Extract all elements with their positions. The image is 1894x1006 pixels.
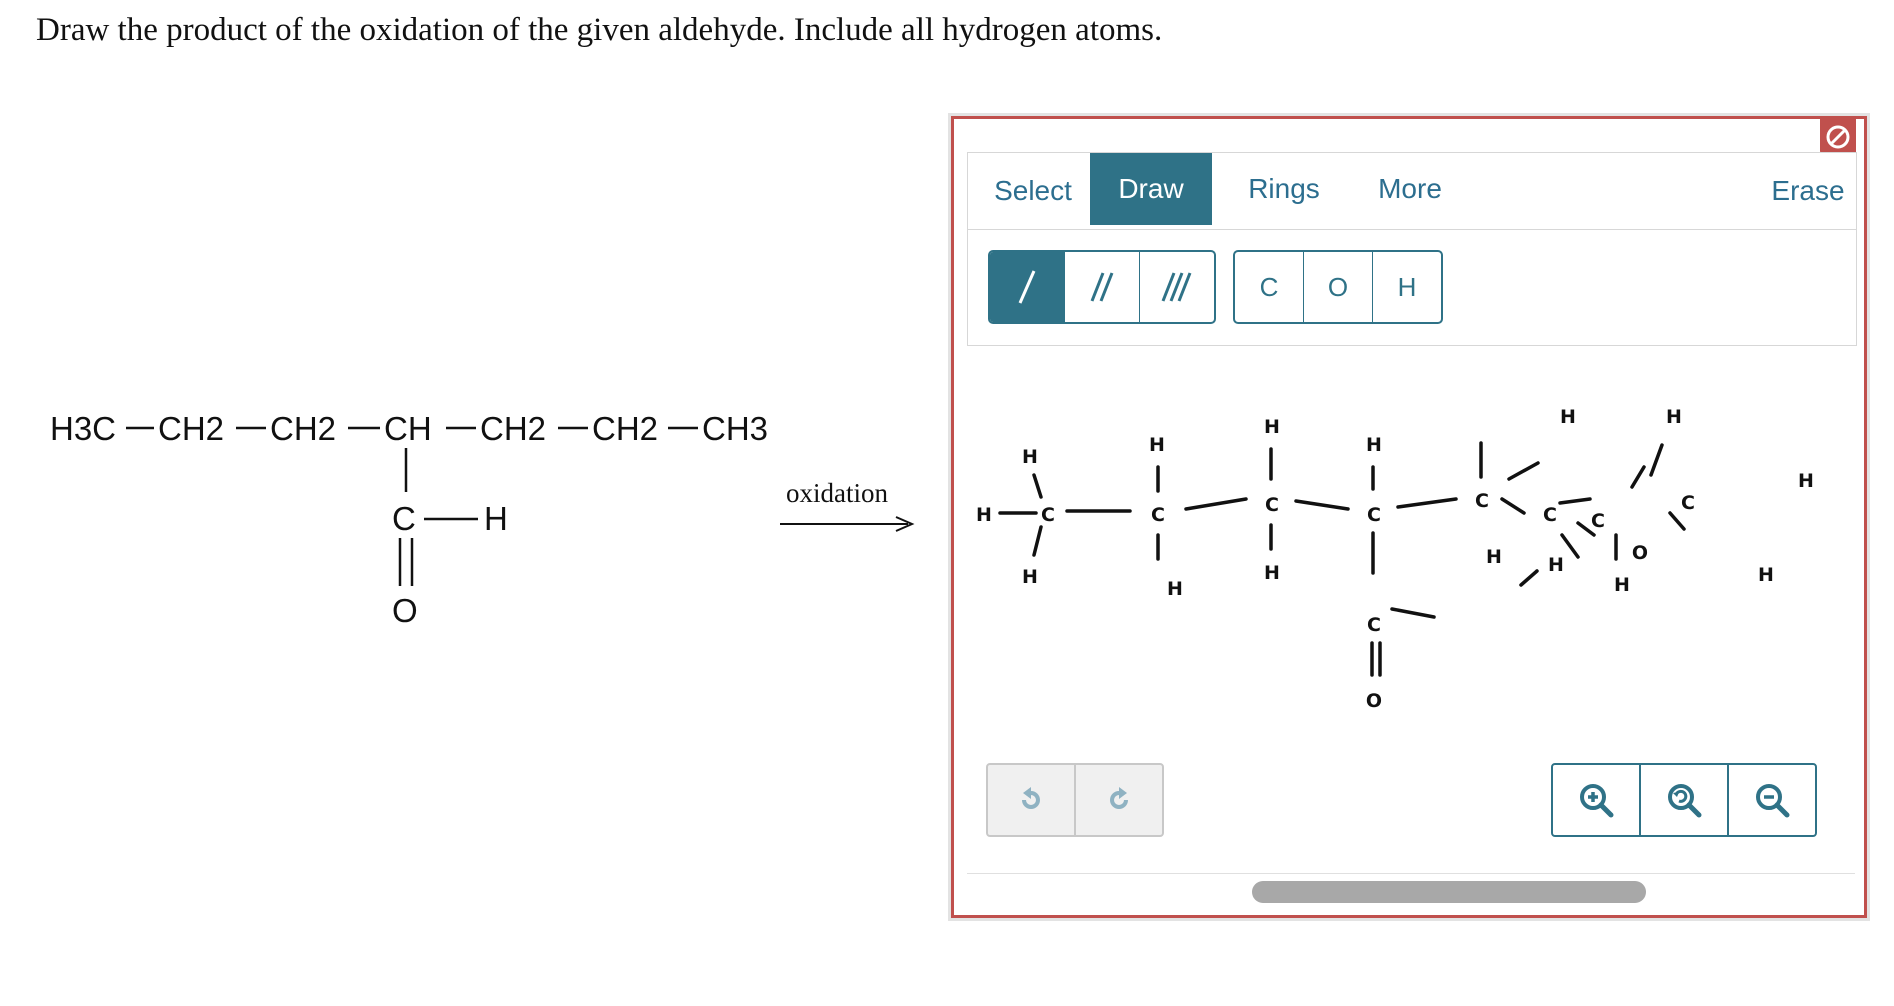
atom-label-h[interactable]: H <box>1264 562 1280 584</box>
single-bond-button[interactable] <box>990 252 1065 322</box>
chain-group-1: H3C <box>50 410 116 447</box>
undo-icon[interactable] <box>988 765 1076 835</box>
branch-oxygen: O <box>392 592 418 629</box>
atom-label-c[interactable]: C <box>1681 492 1695 514</box>
tab-bar: Select Draw Rings More Erase <box>967 152 1857 229</box>
atom-label-c[interactable]: C <box>1041 504 1055 526</box>
branch-carbon: C <box>392 500 416 537</box>
bond-button-group <box>988 250 1216 324</box>
bond-line <box>1032 525 1043 557</box>
bond-line <box>1032 473 1043 499</box>
atom-label-h[interactable]: H <box>1022 446 1038 468</box>
atom-label-h[interactable]: H <box>976 504 992 526</box>
drawing-canvas[interactable]: H CHHCHHCHHCHCOCCHCHHOHCHHH <box>954 359 1858 759</box>
atom-label-h[interactable]: H <box>1666 406 1682 428</box>
chain-group-7: CH3 <box>702 410 768 447</box>
tab-draw[interactable]: Draw <box>1090 153 1212 225</box>
atom-label-h[interactable]: H <box>1149 434 1165 456</box>
scrollbar-thumb[interactable] <box>1252 881 1646 903</box>
tab-rings[interactable]: Rings <box>1234 153 1334 225</box>
bond-line <box>1294 499 1350 511</box>
atom-label-c[interactable]: C <box>1543 504 1557 526</box>
atom-label-h[interactable]: H <box>1758 564 1774 586</box>
bond-line <box>1507 461 1540 481</box>
bond-line <box>1668 511 1686 531</box>
reaction-arrow <box>780 516 915 532</box>
tab-select[interactable]: Select <box>978 155 1088 227</box>
redo-icon[interactable] <box>1076 765 1162 835</box>
zoom-in-icon[interactable] <box>1553 765 1641 835</box>
bond-line <box>1519 569 1539 587</box>
zoom-reset-icon[interactable] <box>1641 765 1729 835</box>
tab-more[interactable]: More <box>1360 153 1460 225</box>
zoom-out-icon[interactable] <box>1729 765 1815 835</box>
atom-label-h[interactable]: H <box>1264 416 1280 438</box>
chain-group-2: CH2 <box>158 410 224 447</box>
chain-group-4: CH <box>384 410 432 447</box>
oxygen-atom-button[interactable]: O <box>1304 252 1373 322</box>
carbon-atom-button[interactable]: C <box>1235 252 1304 322</box>
chain-group-5: CH2 <box>480 410 546 447</box>
chain-group-6: CH2 <box>592 410 658 447</box>
atom-label-c[interactable]: C <box>1591 510 1605 532</box>
chain-group-3: CH2 <box>270 410 336 447</box>
atom-label-c[interactable]: C <box>1475 490 1489 512</box>
draw-toolbar: C O H <box>967 229 1857 346</box>
atom-label-h[interactable]: H <box>1560 406 1576 428</box>
atom-label-h[interactable]: H <box>1798 470 1814 492</box>
bond-line <box>1184 497 1248 511</box>
bond-line <box>1630 465 1646 489</box>
bond-line <box>1560 533 1580 559</box>
structure-editor: Select Draw Rings More Erase C O H HCHHC… <box>951 116 1867 918</box>
bond-line <box>1649 443 1664 477</box>
atom-label-h[interactable]: H <box>1548 554 1564 576</box>
atom-label-c[interactable]: C <box>1367 614 1381 636</box>
atom-label-h[interactable]: H <box>1167 578 1183 600</box>
atom-button-group: C O H <box>1233 250 1443 324</box>
branch-hydrogen: H <box>484 500 508 537</box>
bond-line <box>1396 497 1458 509</box>
bond-line <box>1390 607 1436 619</box>
history-controls <box>986 763 1164 837</box>
atom-label-o[interactable]: O <box>1366 690 1382 712</box>
atom-label-h[interactable]: H <box>1486 546 1502 568</box>
tab-erase[interactable]: Erase <box>1763 155 1853 227</box>
atom-label-h[interactable]: H <box>1022 566 1038 588</box>
question-text: Draw the product of the oxidation of the… <box>36 12 1163 48</box>
atom-label-o[interactable]: O <box>1632 542 1648 564</box>
triple-bond-button[interactable] <box>1140 252 1214 322</box>
bond-line <box>1558 497 1592 505</box>
double-bond-button[interactable] <box>1065 252 1140 322</box>
reactant-structure: H3C CH2 CH2 CH CH2 CH2 CH3 C H O <box>50 410 768 629</box>
atom-label-c[interactable]: C <box>1367 504 1381 526</box>
atom-label-c[interactable]: C <box>1265 494 1279 516</box>
scrollbar-track <box>967 873 1855 874</box>
prohibit-icon[interactable] <box>1820 119 1856 155</box>
atom-label-h[interactable]: H <box>1614 574 1630 596</box>
zoom-controls <box>1551 763 1817 837</box>
atom-label-c[interactable]: C <box>1151 504 1165 526</box>
bond-line <box>1500 497 1526 515</box>
atom-label-h[interactable]: H <box>1366 434 1382 456</box>
arrow-label: oxidation <box>786 478 888 508</box>
hydrogen-atom-button[interactable]: H <box>1373 252 1441 322</box>
